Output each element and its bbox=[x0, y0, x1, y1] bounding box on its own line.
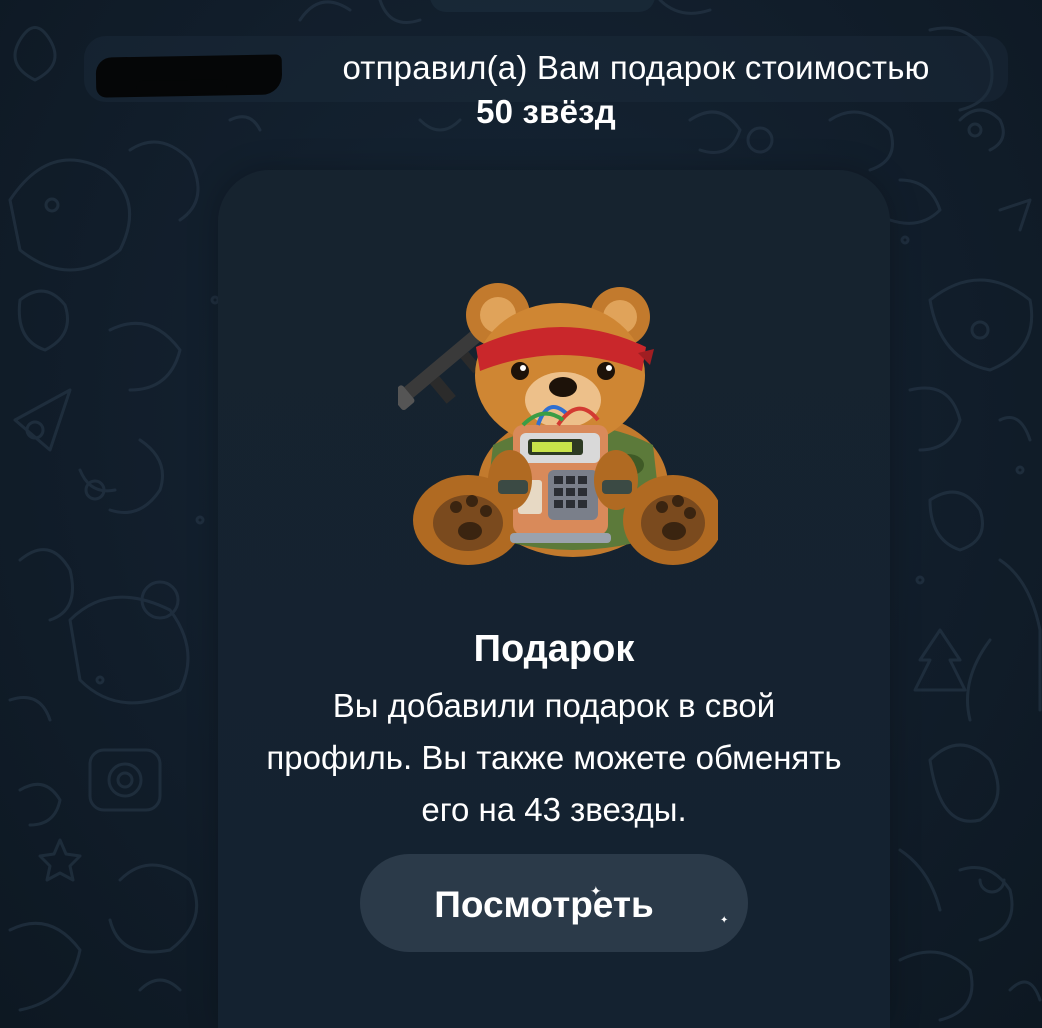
gift-star-amount: 50 звёзд bbox=[476, 93, 616, 130]
teddy-bear-icon bbox=[390, 283, 723, 565]
gift-description: Вы добавили подарок в свой профиль. Вы т… bbox=[266, 687, 842, 828]
teddy-bear-sticker[interactable] bbox=[390, 275, 723, 575]
chat-background: отправил(а) Вам подарок стоимостью 50 зв… bbox=[0, 0, 1042, 1028]
previous-message-pill bbox=[430, 0, 655, 12]
redacted-sender-name bbox=[95, 54, 283, 98]
gift-card[interactable]: Подарок Вы добавили подарок в свой профи… bbox=[218, 170, 890, 1028]
sparkle-icon: ✦ bbox=[590, 883, 602, 899]
gift-title: Подарок bbox=[473, 628, 635, 670]
view-gift-button[interactable]: Посмотреть ✦ ✦ bbox=[360, 854, 748, 952]
sparkle-icon: ✦ bbox=[720, 915, 729, 926]
service-message-text: отправил(а) Вам подарок стоимостью bbox=[342, 49, 930, 86]
view-button-label: Посмотреть bbox=[434, 884, 654, 925]
